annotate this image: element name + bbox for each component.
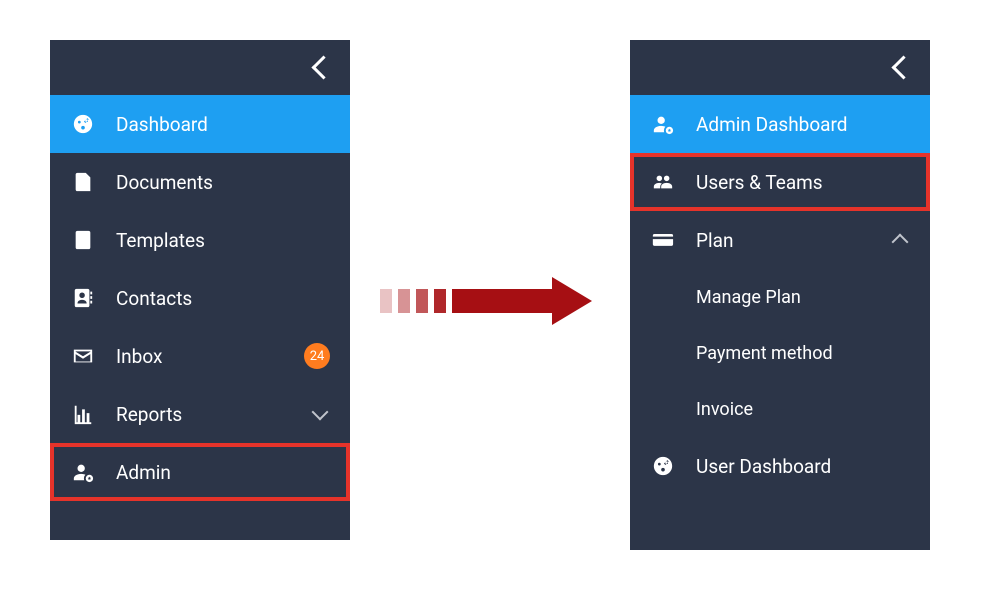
sidebar-item-dashboard[interactable]: Dashboard [50, 95, 350, 153]
sidebar-subitem-invoice[interactable]: Invoice [630, 381, 930, 437]
dashboard-icon [68, 113, 98, 135]
inbox-badge: 24 [304, 343, 330, 369]
sidebar-subitem-label: Manage Plan [696, 287, 801, 308]
sidebar-item-admin-dashboard[interactable]: Admin Dashboard [630, 95, 930, 153]
arrow-dots [380, 289, 446, 313]
sidebar-item-label: Users & Teams [696, 171, 823, 194]
sidebar-item-reports[interactable]: Reports [50, 385, 350, 443]
collapse-icon[interactable] [311, 55, 335, 79]
contacts-icon [68, 287, 98, 309]
users-icon [648, 171, 678, 193]
sidebar-header [630, 40, 930, 95]
plan-icon [648, 229, 678, 251]
sidebar-item-label: Contacts [116, 287, 192, 310]
inbox-icon [68, 345, 98, 367]
sidebar-header [50, 40, 350, 95]
sidebar-subitem-payment-method[interactable]: Payment method [630, 325, 930, 381]
sidebar-item-inbox[interactable]: Inbox 24 [50, 327, 350, 385]
chevron-down-icon [312, 404, 329, 421]
sidebar-item-admin[interactable]: Admin [50, 443, 350, 501]
template-icon [68, 229, 98, 251]
reports-icon [68, 403, 98, 425]
admin-icon [68, 461, 98, 483]
transition-arrow [380, 277, 592, 325]
sidebar-item-label: User Dashboard [696, 455, 831, 478]
sidebar-item-documents[interactable]: Documents [50, 153, 350, 211]
admin-icon [648, 113, 678, 135]
main-sidebar: Dashboard Documents Templates Contacts I… [50, 40, 350, 540]
sidebar-item-label: Plan [696, 229, 733, 252]
sidebar-item-contacts[interactable]: Contacts [50, 269, 350, 327]
sidebar-item-label: Inbox [116, 345, 162, 368]
sidebar-item-label: Admin Dashboard [696, 113, 848, 136]
dashboard-icon [648, 455, 678, 477]
sidebar-item-label: Templates [116, 229, 205, 252]
sidebar-item-label: Reports [116, 403, 182, 426]
sidebar-item-label: Dashboard [116, 113, 208, 136]
sidebar-item-label: Admin [116, 461, 171, 484]
document-icon [68, 171, 98, 193]
collapse-icon[interactable] [891, 55, 915, 79]
sidebar-subitem-label: Invoice [696, 399, 753, 420]
chevron-up-icon [892, 234, 909, 251]
sidebar-subitem-label: Payment method [696, 343, 833, 364]
sidebar-item-label: Documents [116, 171, 213, 194]
sidebar-item-user-dashboard[interactable]: User Dashboard [630, 437, 930, 495]
sidebar-item-plan[interactable]: Plan [630, 211, 930, 269]
sidebar-item-users-teams[interactable]: Users & Teams [630, 153, 930, 211]
sidebar-subitem-manage-plan[interactable]: Manage Plan [630, 269, 930, 325]
admin-sidebar: Admin Dashboard Users & Teams Plan Manag… [630, 40, 930, 550]
sidebar-item-templates[interactable]: Templates [50, 211, 350, 269]
